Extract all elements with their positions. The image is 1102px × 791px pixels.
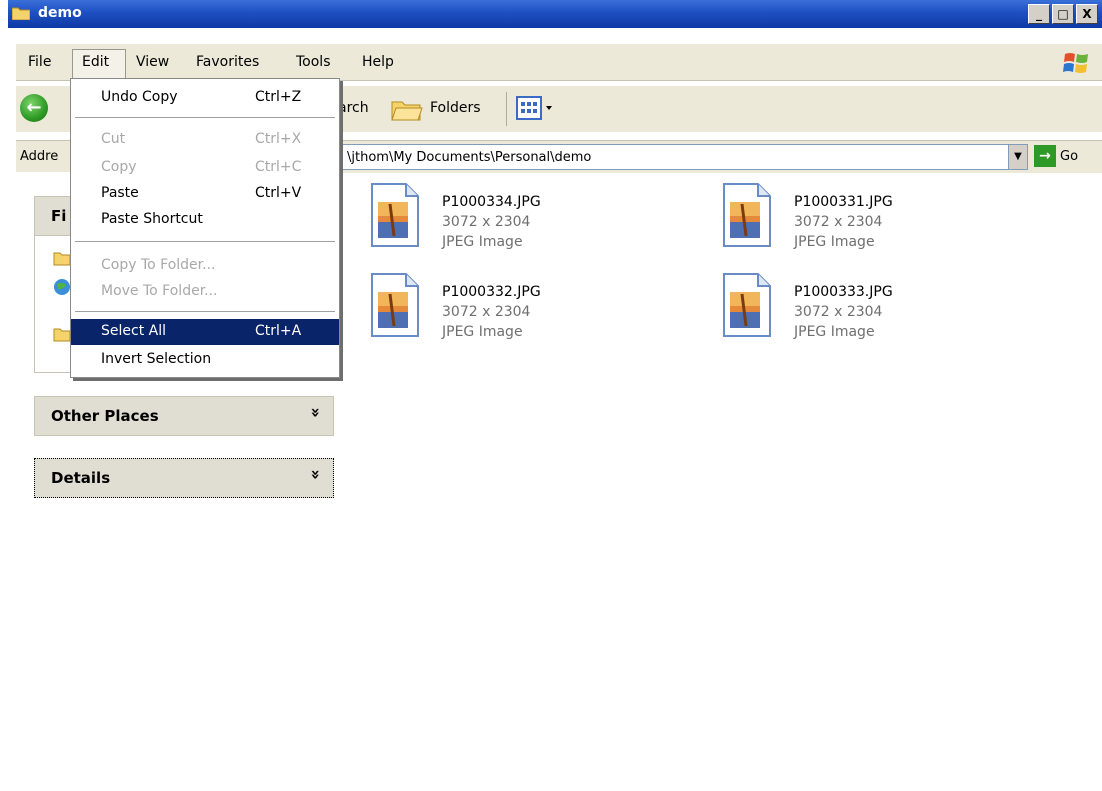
menu-item-invert-selection[interactable]: Invert Selection: [71, 347, 339, 373]
file-item[interactable]: P1000331.JPG 3072 x 2304 JPEG Image: [720, 182, 1020, 262]
file-item[interactable]: P1000332.JPG 3072 x 2304 JPEG Image: [368, 272, 668, 352]
window-title: demo: [38, 5, 82, 21]
title-bar[interactable]: demo _ □ X: [8, 0, 1102, 28]
go-arrow-icon[interactable]: →: [1034, 145, 1056, 167]
file-name: P1000334.JPG: [442, 194, 541, 210]
views-icon[interactable]: [516, 96, 556, 120]
file-name: P1000332.JPG: [442, 284, 541, 300]
menu-item-select-all[interactable]: Select All Ctrl+A: [71, 319, 339, 345]
close-button[interactable]: X: [1076, 4, 1098, 24]
file-name: P1000331.JPG: [794, 194, 893, 210]
menu-item-undo-copy[interactable]: Undo Copy Ctrl+Z: [71, 85, 339, 111]
back-button[interactable]: ←: [20, 94, 48, 122]
go-button-label[interactable]: Go: [1060, 149, 1078, 164]
file-dimensions: 3072 x 2304: [794, 214, 883, 230]
menu-item-cut: Cut Ctrl+X: [101, 131, 302, 147]
menu-tools[interactable]: Tools: [296, 54, 331, 70]
menu-item-paste-shortcut[interactable]: Paste Shortcut: [71, 207, 339, 233]
windows-flag-icon: [1063, 53, 1088, 73]
address-dropdown-button[interactable]: ▼: [1008, 145, 1027, 169]
menu-item-copy: Copy Ctrl+C: [101, 159, 302, 175]
details-header[interactable]: Details »: [34, 458, 334, 498]
file-dimensions: 3072 x 2304: [442, 214, 531, 230]
menu-favorites[interactable]: Favorites: [196, 54, 259, 70]
menu-separator: [75, 311, 335, 313]
file-dimensions: 3072 x 2304: [442, 304, 531, 320]
toolbar-divider: [506, 92, 507, 126]
menu-view[interactable]: View: [136, 54, 169, 70]
file-name: P1000333.JPG: [794, 284, 893, 300]
file-type: JPEG Image: [794, 324, 875, 340]
menu-edit[interactable]: Edit: [82, 54, 109, 70]
menu-item-copy-to-folder: Copy To Folder...: [101, 257, 216, 273]
file-type: JPEG Image: [442, 324, 523, 340]
edit-dropdown-menu: Undo Copy Ctrl+Z Cut Ctrl+X Copy Ctrl+C …: [70, 78, 340, 378]
menu-item-paste[interactable]: Paste Ctrl+V: [71, 181, 339, 207]
chevron-down-icon[interactable]: »: [306, 469, 325, 479]
search-button-label[interactable]: arch: [338, 100, 369, 116]
maximize-button[interactable]: □: [1052, 4, 1074, 24]
jpeg-file-icon: [723, 183, 771, 247]
folders-icon[interactable]: [390, 94, 424, 124]
file-type: JPEG Image: [794, 234, 875, 250]
menu-file[interactable]: File: [28, 54, 51, 70]
folder-task-icon: [53, 252, 71, 266]
menu-bar: File Edit View Favorites Tools Help: [16, 44, 1102, 81]
jpeg-file-icon: [723, 273, 771, 337]
file-item[interactable]: P1000334.JPG 3072 x 2304 JPEG Image: [368, 182, 668, 262]
address-label: Addre: [20, 149, 59, 164]
folders-button-label[interactable]: Folders: [430, 100, 481, 116]
file-item[interactable]: P1000333.JPG 3072 x 2304 JPEG Image: [720, 272, 1020, 352]
menu-separator: [75, 117, 335, 119]
chevron-down-icon[interactable]: »: [306, 407, 325, 417]
minimize-button[interactable]: _: [1028, 4, 1050, 24]
jpeg-file-icon: [371, 273, 419, 337]
jpeg-file-icon: [371, 183, 419, 247]
address-path: \jthom\My Documents\Personal\demo: [347, 150, 592, 165]
menu-item-move-to-folder: Move To Folder...: [101, 283, 218, 299]
other-places-header[interactable]: Other Places »: [34, 396, 334, 436]
menu-help[interactable]: Help: [362, 54, 394, 70]
globe-task-icon: [54, 279, 70, 295]
file-dimensions: 3072 x 2304: [794, 304, 883, 320]
file-type: JPEG Image: [442, 234, 523, 250]
share-folder-icon: [53, 328, 71, 342]
menu-separator: [75, 241, 335, 243]
folder-icon: [12, 7, 30, 20]
